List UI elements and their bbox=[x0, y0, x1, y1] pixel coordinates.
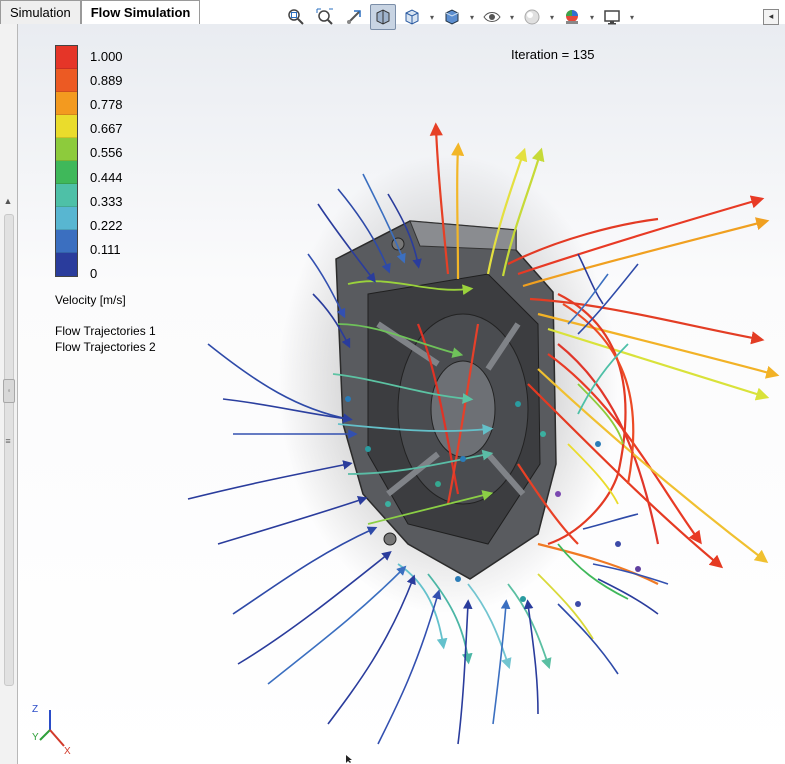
legend-tick-label: 0.333 bbox=[90, 194, 123, 209]
display-style-icon[interactable] bbox=[439, 4, 465, 30]
chevron-down-icon[interactable]: ▾ bbox=[628, 13, 636, 22]
legend-swatch bbox=[56, 207, 77, 230]
legend-swatch bbox=[56, 69, 77, 92]
legend-swatch bbox=[56, 46, 77, 69]
section-view-icon[interactable] bbox=[370, 4, 396, 30]
zoom-to-area-icon[interactable] bbox=[312, 4, 338, 30]
flow-trajectories-label: Flow Trajectories 2 bbox=[55, 340, 156, 354]
legend-tick-label: 0 bbox=[90, 266, 98, 281]
legend-swatch bbox=[56, 138, 77, 161]
collapse-panel-button[interactable]: ◂ bbox=[763, 9, 779, 25]
legend-quantity-label: Velocity [m/s] bbox=[55, 293, 126, 307]
tab-bar: Simulation Flow Simulation bbox=[0, 0, 201, 24]
legend-swatch bbox=[56, 92, 77, 115]
tab-simulation[interactable]: Simulation bbox=[0, 0, 81, 24]
apply-scene-icon[interactable] bbox=[559, 4, 585, 30]
velocity-color-scale bbox=[55, 45, 78, 277]
legend-tick-label: 0.778 bbox=[90, 97, 123, 112]
tab-flow-simulation[interactable]: Flow Simulation bbox=[80, 0, 201, 24]
legend-swatch bbox=[56, 161, 77, 184]
hide-show-items-icon[interactable] bbox=[479, 4, 505, 30]
panel-splitter-grip-icon[interactable]: ◦ bbox=[3, 379, 15, 403]
legend-swatch bbox=[56, 115, 77, 138]
previous-view-icon[interactable] bbox=[341, 4, 367, 30]
chevron-down-icon[interactable]: ▾ bbox=[468, 13, 476, 22]
chevron-down-icon[interactable]: ▾ bbox=[548, 13, 556, 22]
view-settings-icon[interactable] bbox=[599, 4, 625, 30]
panel-grip-lines-icon[interactable]: ≡ bbox=[3, 434, 13, 448]
view-orientation-icon[interactable] bbox=[399, 4, 425, 30]
zoom-to-fit-icon[interactable] bbox=[283, 4, 309, 30]
iteration-counter: Iteration = 135 bbox=[511, 47, 595, 62]
chevron-down-icon[interactable]: ▾ bbox=[508, 13, 516, 22]
legend-tick-label: 0.889 bbox=[90, 73, 123, 88]
legend-swatch bbox=[56, 253, 77, 276]
legend-tick-label: 0.222 bbox=[90, 218, 123, 233]
scrollbar-track[interactable] bbox=[4, 214, 14, 686]
legend-tick-label: 0.667 bbox=[90, 121, 123, 136]
triad-x-label: X bbox=[64, 746, 71, 756]
flow-trajectory-scene bbox=[187, 122, 780, 745]
chevron-down-icon[interactable]: ▾ bbox=[588, 13, 596, 22]
legend-tick-label: 0.556 bbox=[90, 145, 123, 160]
triad-y-label: Y bbox=[32, 732, 39, 743]
legend-tick-label: 0.111 bbox=[90, 242, 121, 257]
chevron-down-icon[interactable]: ▾ bbox=[428, 13, 436, 22]
view-toolbar: ▾ ▾ ▾ ▾ ▾ ▾ bbox=[283, 4, 636, 30]
triad-z-label: Z bbox=[32, 704, 38, 715]
reference-triad: Z Y X bbox=[32, 704, 71, 756]
left-panel-scrollbar[interactable]: ▲ ◦ ≡ bbox=[0, 24, 18, 764]
mouse-cursor-icon bbox=[346, 755, 352, 763]
flow-trajectories-label: Flow Trajectories 1 bbox=[55, 324, 156, 338]
legend-swatch bbox=[56, 184, 77, 207]
legend-tick-label: 0.444 bbox=[90, 170, 123, 185]
legend-tick-label: 1.000 bbox=[90, 49, 123, 64]
edit-appearance-icon[interactable] bbox=[519, 4, 545, 30]
legend-swatch bbox=[56, 230, 77, 253]
scroll-up-arrow-icon[interactable]: ▲ bbox=[2, 194, 14, 208]
